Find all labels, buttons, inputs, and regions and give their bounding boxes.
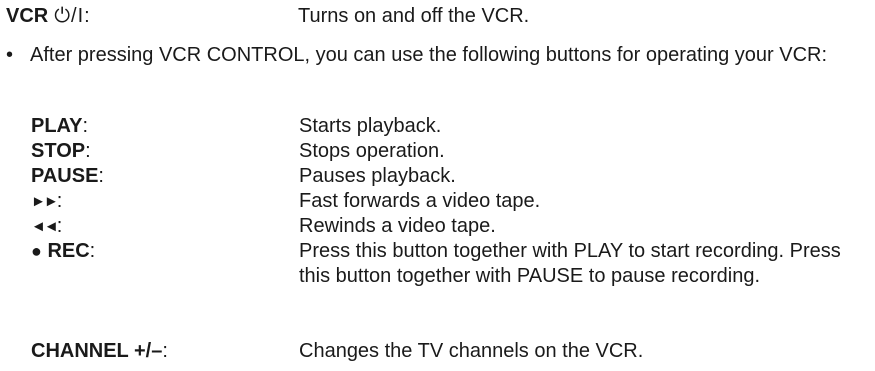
vcr-power-term: VCR ⏻/I:: [6, 4, 90, 29]
rec-colon: :: [89, 240, 96, 262]
pause-label: PAUSE: [31, 165, 99, 187]
vcr-power-description: Turns on and off the VCR.: [298, 5, 530, 27]
fast-forward-description: Fast forwards a video tape.: [299, 190, 541, 212]
instruction-bullet: • After pressing VCR CONTROL, you can us…: [6, 43, 866, 68]
play-description: Starts playback.: [299, 115, 442, 137]
vcr-power-colon: :: [84, 5, 90, 27]
pause-term: PAUSE:: [31, 164, 104, 189]
play-term: PLAY:: [31, 114, 88, 139]
manual-page: VCR ⏻/I: Turns on and off the VCR. • Afte…: [0, 0, 875, 371]
stop-term: STOP:: [31, 139, 91, 164]
bullet-marker: •: [6, 44, 14, 66]
record-dot-icon: ●: [31, 241, 42, 261]
play-colon: :: [82, 115, 89, 137]
fast-forward-icon: ►►: [31, 193, 59, 210]
rec-label: REC: [47, 240, 90, 262]
power-icon: ⏻/I: [54, 5, 85, 27]
rec-description: Press this button together with PLAY to …: [299, 240, 841, 287]
channel-term: CHANNEL +/–:: [31, 339, 168, 364]
pause-description: Pauses playback.: [299, 165, 456, 187]
fast-forward-colon: :: [56, 190, 63, 212]
rec-term: ● REC:: [31, 239, 95, 264]
rewind-description: Rewinds a video tape.: [299, 215, 496, 237]
rewind-term: ◄◄:: [31, 214, 62, 239]
fast-forward-term: ►►:: [31, 189, 62, 214]
stop-description: Stops operation.: [299, 140, 445, 162]
bullet-text: After pressing VCR CONTROL, you can use …: [30, 44, 828, 66]
stop-colon: :: [85, 140, 91, 162]
play-label: PLAY: [31, 115, 83, 137]
rewind-colon: :: [56, 215, 63, 237]
channel-label: CHANNEL +/–: [31, 340, 163, 362]
pause-colon: :: [98, 165, 104, 187]
vcr-power-label: VCR: [6, 5, 49, 27]
channel-description: Changes the TV channels on the VCR.: [299, 340, 644, 362]
stop-label: STOP: [31, 140, 86, 162]
rewind-icon: ◄◄: [31, 218, 59, 235]
channel-colon: :: [162, 340, 168, 362]
